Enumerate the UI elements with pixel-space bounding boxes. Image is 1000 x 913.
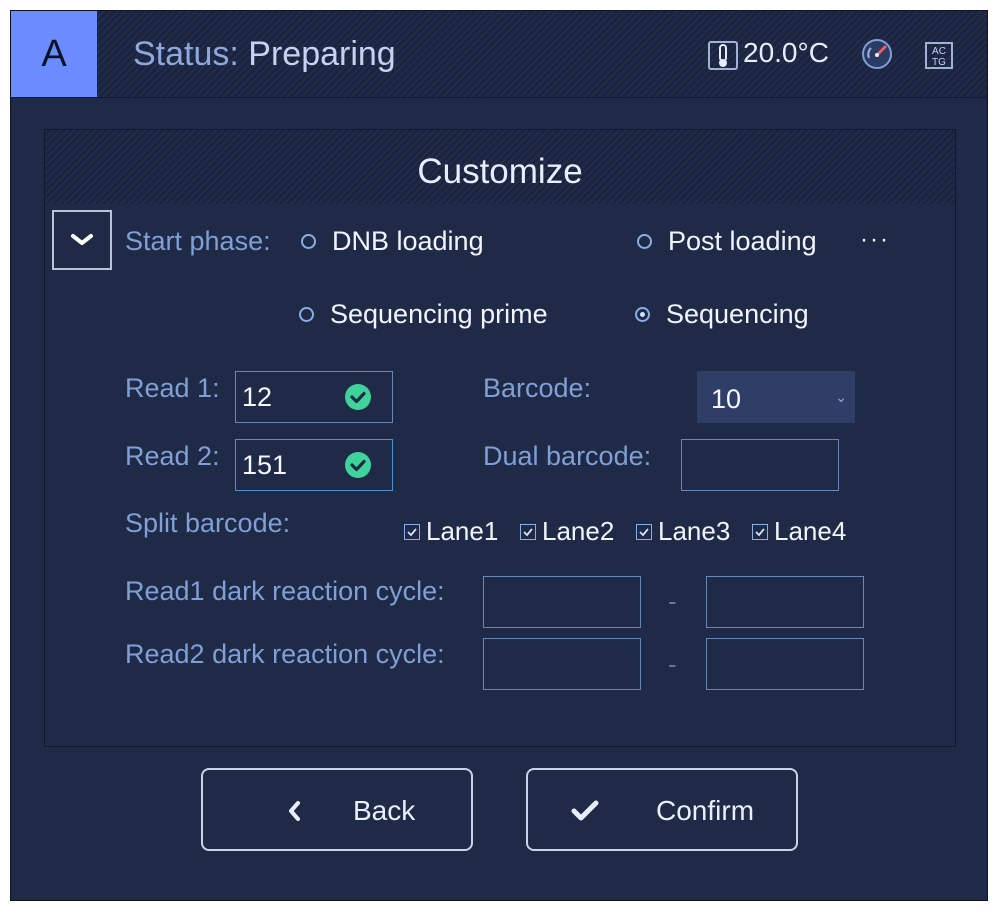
radio-post-loading[interactable]: Post loading <box>637 226 817 257</box>
read2-label: Read 2: <box>125 441 220 471</box>
chevron-left-icon <box>289 801 300 821</box>
radio-label: Sequencing prime <box>330 299 548 329</box>
barcode-value: 10 <box>711 384 742 414</box>
instrument-badge[interactable]: A <box>11 11 97 97</box>
lane1-checkbox[interactable]: Lane1 <box>404 516 498 547</box>
range-separator: - <box>668 649 677 679</box>
checkmark-icon <box>571 800 599 821</box>
radio-dot <box>299 307 314 322</box>
read1-dark-cycle-label: Read1 dark reaction cycle: <box>125 576 445 606</box>
barcode-select[interactable]: 10 ⌄ <box>697 371 855 423</box>
lane3-checkbox[interactable]: Lane3 <box>636 516 730 547</box>
read2-dark-cycle-end-input[interactable] <box>706 638 864 690</box>
radio-sequencing[interactable]: Sequencing <box>635 299 809 330</box>
split-barcode-label: Split barcode: <box>125 508 291 538</box>
radio-dot <box>301 234 316 249</box>
more-options-icon[interactable]: ··· <box>860 226 890 254</box>
dual-barcode-label: Dual barcode: <box>483 441 652 471</box>
status-label: Status: <box>133 35 239 73</box>
lane-label: Lane1 <box>426 516 499 546</box>
read1-label: Read 1: <box>125 373 220 403</box>
radio-dnb-loading[interactable]: DNB loading <box>301 226 484 257</box>
confirm-button-label: Confirm <box>656 795 755 826</box>
chevron-down-icon <box>71 234 93 245</box>
collapse-toggle-button[interactable] <box>52 210 112 270</box>
back-button-label: Back <box>353 795 416 826</box>
range-separator: - <box>668 586 677 616</box>
confirm-button[interactable]: Confirm <box>526 768 798 851</box>
status-header: A Status: Preparing 20.0°C AC TG <box>11 11 987 98</box>
gauge-icon[interactable] <box>861 38 893 70</box>
back-button[interactable]: Back <box>201 768 473 851</box>
thermometer-icon <box>708 41 738 70</box>
checkbox-checked-icon <box>520 523 536 540</box>
chevron-down-icon: ⌄ <box>835 389 847 405</box>
lane-label: Lane4 <box>774 516 847 546</box>
checkbox-checked-icon <box>752 523 768 540</box>
start-phase-label: Start phase: <box>125 226 271 256</box>
barcode-label: Barcode: <box>483 373 592 403</box>
radio-dot-selected <box>635 307 650 322</box>
read2-dark-cycle-label: Read2 dark reaction cycle: <box>125 639 445 669</box>
checkbox-checked-icon <box>636 523 652 540</box>
valid-check-icon <box>345 452 371 478</box>
panel-title: Customize <box>45 130 955 204</box>
status-value: Preparing <box>248 35 396 73</box>
customize-panel: Customize Start phase: DNB loading Post … <box>44 129 956 747</box>
read2-dark-cycle-start-input[interactable] <box>483 638 641 690</box>
radio-label: DNB loading <box>332 226 484 256</box>
valid-check-icon <box>345 384 371 410</box>
lane-label: Lane2 <box>542 516 615 546</box>
lane2-checkbox[interactable]: Lane2 <box>520 516 614 547</box>
lane-label: Lane3 <box>658 516 731 546</box>
radio-label: Post loading <box>668 226 817 256</box>
sequence-actg-icon[interactable]: AC TG <box>924 39 956 71</box>
actg-bottom-text: TG <box>932 57 946 68</box>
lane4-checkbox[interactable]: Lane4 <box>752 516 846 547</box>
radio-dot <box>637 234 652 249</box>
checkbox-checked-icon <box>404 523 420 540</box>
read1-dark-cycle-end-input[interactable] <box>706 576 864 628</box>
app-window: A Status: Preparing 20.0°C AC TG Customi… <box>10 10 988 901</box>
temperature-readout: 20.0°C <box>743 37 829 68</box>
status-text: Status: Preparing <box>133 35 396 74</box>
read1-dark-cycle-start-input[interactable] <box>483 576 641 628</box>
radio-sequencing-prime[interactable]: Sequencing prime <box>299 299 548 330</box>
dual-barcode-input[interactable] <box>681 439 839 491</box>
actg-top-text: AC <box>932 46 946 57</box>
radio-label: Sequencing <box>666 299 809 329</box>
